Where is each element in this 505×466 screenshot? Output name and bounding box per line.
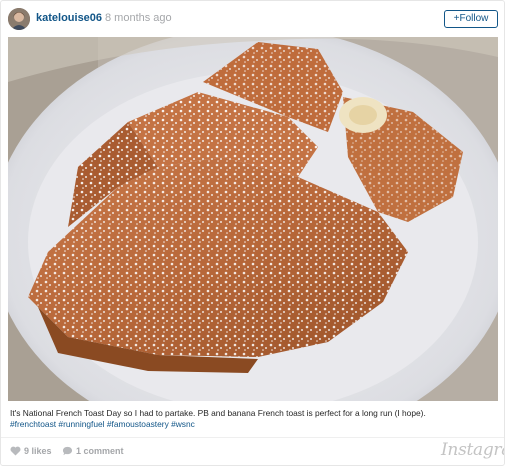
meta-separator: · [97, 11, 101, 23]
instagram-embed-card: katelouise06 · 8 months ago +Follow It's… [0, 0, 505, 466]
french-toast-photo [8, 37, 498, 401]
comments-label: 1 comment [76, 446, 124, 456]
heart-icon [10, 446, 21, 456]
hashtag-links[interactable]: #frenchtoast #runningfuel #famoustoaster… [10, 419, 195, 429]
avatar[interactable] [8, 8, 30, 30]
instagram-logo[interactable]: Instagram [441, 440, 504, 460]
post-photo[interactable] [8, 37, 498, 401]
speech-bubble-icon [62, 446, 73, 456]
post-footer: 9 likes 1 comment Instagram [1, 437, 504, 465]
post-timestamp[interactable]: 8 months ago [105, 12, 172, 24]
follow-button[interactable]: +Follow [444, 10, 498, 28]
likes-count[interactable]: 9 likes [10, 446, 52, 456]
username-link[interactable]: katelouise06 [36, 12, 102, 24]
comments-count[interactable]: 1 comment [62, 446, 124, 456]
likes-label: 9 likes [24, 446, 52, 456]
avatar-image [8, 8, 30, 30]
caption-text: It's National French Toast Day so I had … [10, 408, 426, 418]
post-header: katelouise06 · 8 months ago +Follow [1, 1, 504, 37]
post-caption: It's National French Toast Day so I had … [10, 408, 498, 430]
